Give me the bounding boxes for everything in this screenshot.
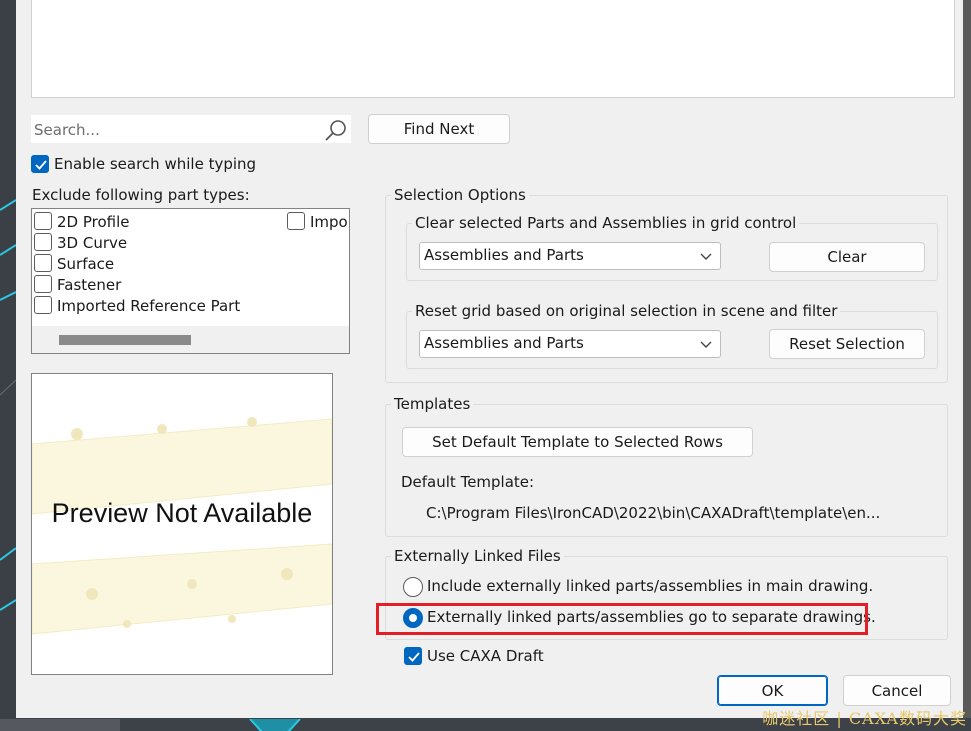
red-highlight-box <box>376 603 868 635</box>
search-box <box>30 114 352 144</box>
reset-type-select[interactable]: Assemblies and Parts <box>419 330 721 358</box>
exclude-imported-checkbox[interactable] <box>287 212 305 230</box>
set-default-template-button[interactable]: Set Default Template to Selected Rows <box>402 427 753 457</box>
reset-grid-title: Reset grid based on original selection i… <box>412 302 841 320</box>
preview-pane: Preview Not Available <box>31 373 333 675</box>
enable-search-checkbox[interactable] <box>31 155 49 173</box>
reset-type-value: Assemblies and Parts <box>424 334 584 352</box>
exclude-fastener-checkbox[interactable] <box>34 275 52 293</box>
cancel-button[interactable]: Cancel <box>843 675 951 706</box>
linked-files-title: Externally Linked Files <box>391 547 564 565</box>
exclude-imported-reference-checkbox[interactable] <box>34 296 52 314</box>
exclude-item-label: 2D Profile <box>57 213 130 231</box>
exclude-item-label: Imported Reference Part <box>57 297 241 315</box>
clear-type-value: Assemblies and Parts <box>424 246 584 264</box>
check-icon <box>408 652 420 662</box>
horizontal-scrollbar[interactable] <box>32 326 349 353</box>
clear-button[interactable]: Clear <box>769 242 925 272</box>
templates-title: Templates <box>391 395 474 413</box>
exclude-2d-profile-checkbox[interactable] <box>34 212 52 230</box>
include-linked-label: Include externally linked parts/assembli… <box>427 577 874 595</box>
use-caxa-label: Use CAXA Draft <box>427 647 544 665</box>
parts-grid-area[interactable] <box>31 0 955 98</box>
clear-selected-title: Clear selected Parts and Assemblies in g… <box>412 214 800 232</box>
chevron-down-icon <box>700 341 712 348</box>
exclude-part-types-list[interactable]: 2D Profile 3D Curve Surface Fastener Imp… <box>31 208 350 354</box>
reset-selection-button[interactable]: Reset Selection <box>769 329 925 359</box>
include-linked-radio[interactable] <box>403 577 423 597</box>
watermark-text: 咖迷社区 | CAXA数码大奖 <box>762 709 967 728</box>
enable-search-label: Enable search while typing <box>54 155 257 173</box>
cad-viewport-right-edge <box>963 0 971 731</box>
clear-type-select[interactable]: Assemblies and Parts <box>419 242 721 270</box>
cad-wireframe-lines <box>0 199 16 611</box>
preview-not-available-text: Preview Not Available <box>51 498 313 528</box>
scrollbar-thumb[interactable] <box>59 335 191 345</box>
exclude-item-label: Surface <box>57 255 115 273</box>
find-next-button[interactable]: Find Next <box>368 114 510 144</box>
search-icon[interactable] <box>324 118 348 142</box>
default-template-label: Default Template: <box>401 473 535 491</box>
exclude-title: Exclude following part types: <box>32 186 250 204</box>
ok-button[interactable]: OK <box>717 675 828 706</box>
exclude-item-label-partial: Impo <box>310 213 348 231</box>
exclude-3d-curve-checkbox[interactable] <box>34 233 52 251</box>
default-template-path: C:\Program Files\IronCAD\2022\bin\CAXADr… <box>426 504 881 522</box>
exclude-item-label: Fastener <box>57 276 122 294</box>
chevron-down-icon <box>700 253 712 260</box>
exclude-item-label: 3D Curve <box>57 234 128 252</box>
use-caxa-checkbox[interactable] <box>404 647 422 665</box>
check-icon <box>35 160 47 170</box>
exclude-surface-checkbox[interactable] <box>34 254 52 272</box>
cad-viewport-left-edge <box>0 0 16 731</box>
selection-options-title: Selection Options <box>391 186 529 204</box>
search-input[interactable] <box>34 119 319 141</box>
